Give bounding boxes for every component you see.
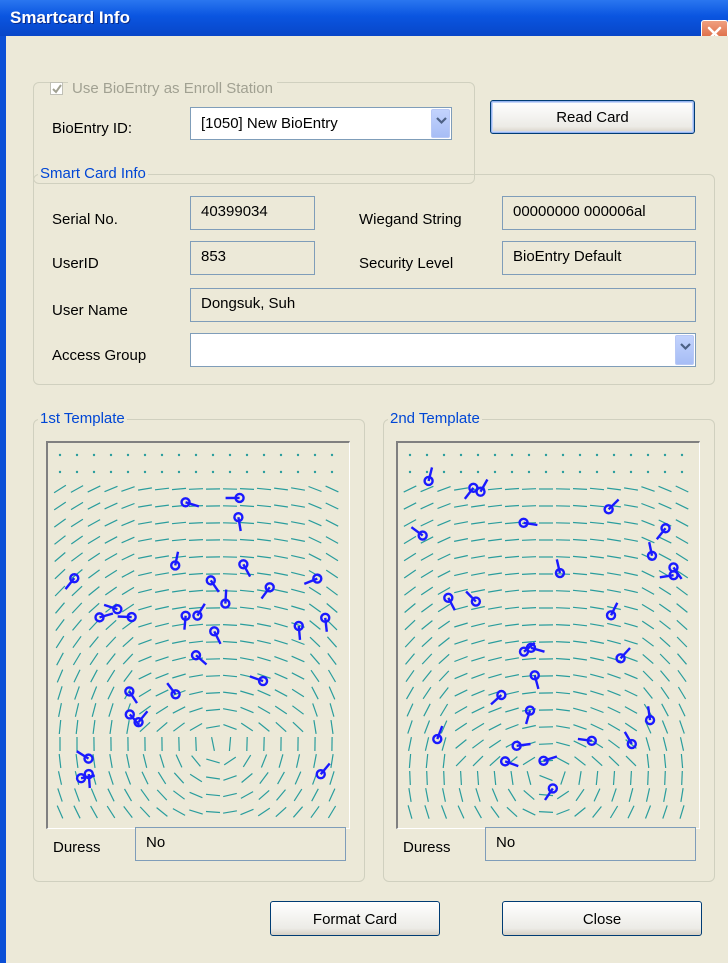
minutia-marker [225, 492, 245, 504]
bioentry-id-combobox[interactable]: [1050] New BioEntry [190, 107, 452, 140]
minutia-marker [180, 497, 200, 508]
minutia-marker [646, 541, 658, 561]
minutia-marker [432, 725, 444, 745]
minutia-marker [463, 482, 479, 500]
second-template-title: 2nd Template [388, 410, 482, 427]
wiegand-string-value: 00000000 000006al [513, 203, 646, 220]
user-name-label: User Name [52, 302, 128, 319]
chevron-down-icon [436, 117, 447, 125]
minutia-marker [170, 551, 181, 571]
first-template-title: 1st Template [38, 410, 127, 427]
window-title: Smartcard Info [10, 8, 130, 27]
userid-field: 853 [190, 241, 315, 275]
minutia-marker [192, 603, 206, 621]
read-card-button[interactable]: Read Card [490, 100, 695, 134]
first-duress-label: Duress [53, 839, 101, 856]
second-template-image [396, 441, 700, 829]
minutia-marker [655, 523, 671, 540]
format-card-label: Format Card [312, 911, 398, 928]
chevron-down-icon [680, 343, 691, 351]
user-name-value: Dongsuk, Suh [201, 295, 296, 312]
minutia-marker [76, 750, 94, 764]
wiegand-string-label: Wiegand String [359, 211, 462, 228]
minutia-marker [544, 783, 559, 801]
first-duress-value: No [146, 834, 166, 851]
minutia-marker [443, 592, 456, 611]
read-card-label: Read Card [556, 109, 629, 126]
first-fingerprint [53, 453, 339, 819]
userid-value: 853 [201, 248, 227, 265]
minutia-marker [124, 686, 139, 704]
minutia-marker [190, 650, 208, 666]
serial-number-field: 40399034 [190, 196, 315, 230]
wiegand-string-field: 00000000 000006al [502, 196, 696, 230]
second-duress-value: No [496, 834, 516, 851]
access-group-combobox[interactable] [190, 333, 696, 367]
bioentry-id-value: [1050] New BioEntry [201, 115, 338, 132]
first-duress-field: No [135, 827, 346, 861]
bioentry-id-dropdown-button[interactable] [431, 109, 450, 138]
minutia-marker [423, 467, 434, 487]
access-group-dropdown-button[interactable] [675, 335, 694, 365]
enroll-station-checkbox[interactable] [50, 82, 63, 95]
enroll-station-label[interactable]: Use BioEntry as Enroll Station [68, 80, 277, 97]
userid-label: UserID [52, 255, 99, 272]
bioentry-id-label: BioEntry ID: [52, 120, 133, 137]
minutia-marker [465, 590, 482, 607]
checkmark-icon [52, 84, 62, 94]
minutia-marker [180, 610, 191, 630]
smartcard-info-window: Smartcard Info Use BioEntry as Enroll St… [0, 0, 728, 963]
serial-number-label: Serial No. [52, 211, 118, 228]
close-button[interactable]: Close [502, 901, 702, 936]
minutia-marker [524, 705, 536, 725]
minutia-marker [249, 675, 269, 687]
serial-number-value: 40399034 [201, 203, 268, 220]
minutia-marker [303, 573, 323, 586]
format-card-button[interactable]: Format Card [270, 901, 440, 936]
minutia-marker [166, 682, 181, 700]
minutia-marker [117, 611, 137, 623]
title-bar[interactable]: Smartcard Info [0, 0, 728, 47]
minutia-marker [538, 755, 558, 766]
minutia-marker [315, 762, 331, 780]
access-group-label: Access Group [52, 347, 147, 364]
first-template-image [46, 441, 350, 829]
security-level-label: Security Level [359, 255, 454, 272]
minutia-marker [605, 602, 619, 621]
minutia-marker [220, 589, 231, 609]
smart-card-info-title: Smart Card Info [38, 165, 148, 182]
minutia-marker [511, 740, 531, 752]
minutia-marker [64, 572, 80, 590]
minutia-marker [320, 612, 331, 632]
second-duress-field: No [485, 827, 696, 861]
security-level-field: BioEntry Default [502, 241, 696, 275]
minutia-marker [205, 575, 220, 593]
minutia-marker [94, 612, 114, 623]
minutia-marker [529, 670, 540, 690]
second-fingerprint [403, 453, 689, 819]
close-label: Close [582, 911, 622, 928]
second-duress-label: Duress [403, 839, 451, 856]
dialog-client-area: Use BioEntry as Enroll Station BioEntry … [6, 36, 728, 963]
user-name-field: Dongsuk, Suh [190, 288, 696, 322]
security-level-value: BioEntry Default [513, 248, 622, 265]
